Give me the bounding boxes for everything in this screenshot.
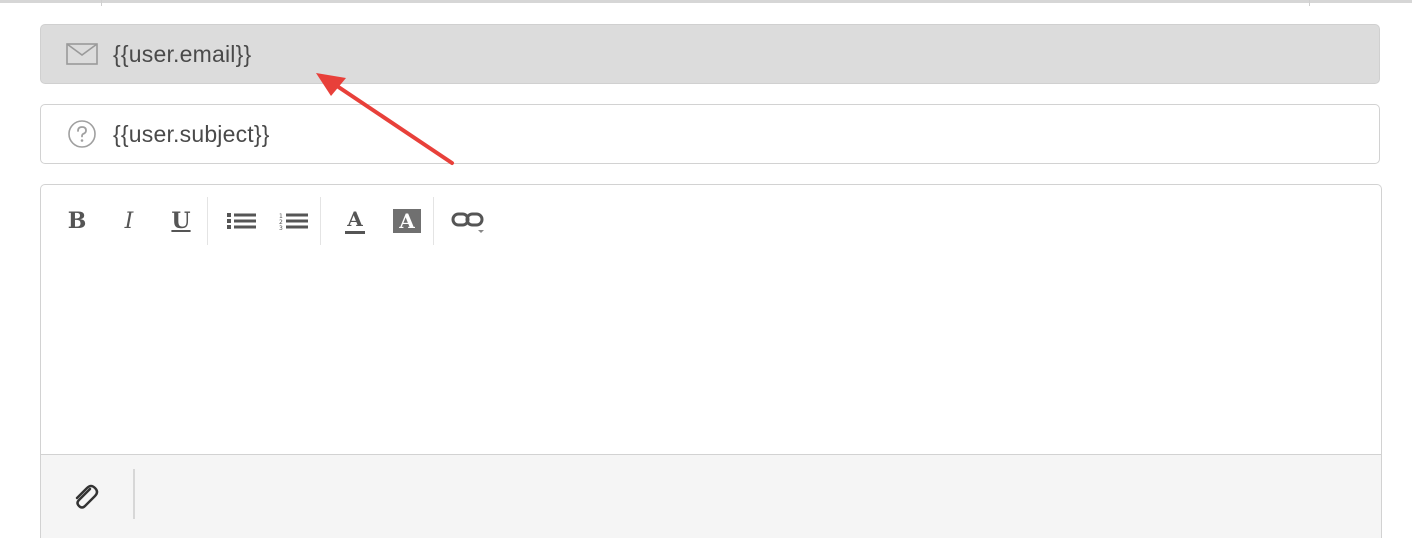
link-icon[interactable]: [448, 201, 488, 241]
subject-field[interactable]: {{user.subject}}: [40, 104, 1380, 164]
top-border: [0, 0, 1412, 3]
underline-button[interactable]: U: [161, 201, 201, 241]
list-group: 1 2 3: [208, 197, 321, 245]
bold-button[interactable]: B: [57, 201, 97, 241]
envelope-icon: [65, 39, 99, 69]
editor-toolbar: B I U 1 2 3 A A: [41, 185, 1381, 257]
font-color-label: A: [347, 206, 363, 231]
numbered-list-icon[interactable]: 1 2 3: [274, 201, 314, 241]
top-divider-right: [1309, 0, 1310, 6]
highlight-color-button[interactable]: A: [387, 201, 427, 241]
italic-button[interactable]: I: [109, 201, 149, 241]
footer-divider: [133, 469, 135, 519]
bullet-list-icon[interactable]: [222, 201, 262, 241]
format-group: B I U: [41, 197, 208, 245]
question-circle-icon: [65, 119, 99, 149]
font-color-button[interactable]: A: [335, 201, 375, 241]
editor-footer: [40, 454, 1382, 538]
recipient-value: {{user.email}}: [113, 40, 252, 67]
font-color-underline: [345, 230, 365, 234]
highlight-color-label: A: [393, 209, 421, 233]
recipient-field[interactable]: {{user.email}}: [40, 24, 1380, 84]
message-editor: B I U 1 2 3 A A: [40, 184, 1382, 538]
link-group: [434, 197, 494, 245]
top-divider-left: [101, 0, 102, 6]
color-group: A A: [321, 197, 434, 245]
message-body[interactable]: [41, 257, 1381, 453]
email-compose-panel: {{user.email}} {{user.subject}} B I U 1 …: [0, 0, 1412, 538]
svg-text:3: 3: [279, 225, 283, 230]
paperclip-icon[interactable]: [65, 477, 105, 517]
subject-value: {{user.subject}}: [113, 120, 270, 147]
